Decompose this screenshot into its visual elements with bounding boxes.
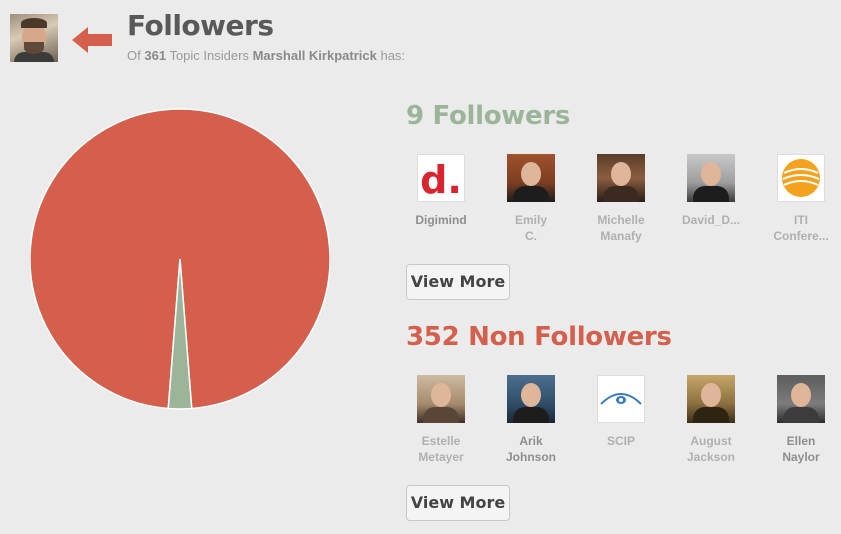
non-followers-list: Estelle Metayer Arik Johnson SCIP August… — [396, 375, 841, 465]
follower-item[interactable]: d. Digimind — [396, 154, 486, 228]
person-name: David_D... — [681, 213, 741, 227]
non-follower-item[interactable]: August Jackson — [666, 375, 756, 465]
profile-avatar — [10, 14, 58, 62]
subtitle-suffix: has: — [380, 48, 406, 63]
non-follower-item[interactable]: SCIP — [576, 375, 666, 449]
person-name: SCIP — [606, 434, 635, 448]
scip-logo-icon — [597, 375, 645, 423]
non-followers-title: 352 Non Followers — [406, 322, 672, 352]
subtitle-prefix: Of — [127, 48, 141, 63]
followers-pie-chart — [30, 108, 330, 410]
person-name: ITI Confere... — [773, 213, 829, 243]
michelle-avatar-icon — [597, 154, 645, 202]
person-name: August Jackson — [686, 434, 736, 464]
person-name: Arik Johnson — [506, 434, 556, 464]
non-followers-view-more-button[interactable]: View More — [406, 485, 510, 521]
non-follower-item[interactable]: Ellen Naylor — [756, 375, 841, 465]
subtitle-middle: Topic Insiders — [169, 48, 249, 63]
august-avatar-icon — [687, 375, 735, 423]
person-name: Ellen Naylor — [782, 434, 820, 464]
followers-title: 9 Followers — [406, 101, 571, 131]
followers-list: d. Digimind Emily C. Michelle Manafy Dav… — [396, 154, 841, 244]
followers-view-more-button[interactable]: View More — [406, 264, 510, 300]
svg-text:d.: d. — [420, 158, 462, 201]
follower-item[interactable]: Michelle Manafy — [576, 154, 666, 244]
digimind-logo-icon: d. — [417, 154, 465, 202]
non-follower-item[interactable]: Estelle Metayer — [396, 375, 486, 465]
follower-item[interactable]: Emily C. — [486, 154, 576, 244]
follower-item[interactable]: David_D... — [666, 154, 756, 228]
subtitle-name: Marshall Kirkpatrick — [252, 48, 377, 63]
david-avatar-icon — [687, 154, 735, 202]
subtitle: Of 361 Topic Insiders Marshall Kirkpatri… — [127, 48, 405, 63]
person-name: Michelle Manafy — [597, 213, 645, 243]
emily-avatar-icon — [507, 154, 555, 202]
person-name: Emily C. — [514, 213, 547, 243]
person-name: Estelle Metayer — [418, 434, 464, 464]
back-arrow-icon[interactable] — [72, 25, 114, 55]
ellen-avatar-icon — [777, 375, 825, 423]
person-name: Digimind — [415, 213, 467, 227]
subtitle-count: 361 — [144, 48, 167, 63]
follower-item[interactable]: ITI Confere... — [756, 154, 841, 244]
arik-avatar-icon — [507, 375, 555, 423]
non-follower-item[interactable]: Arik Johnson — [486, 375, 576, 465]
iti-logo-icon — [777, 154, 825, 202]
page-title: Followers — [127, 9, 274, 42]
estelle-avatar-icon — [417, 375, 465, 423]
